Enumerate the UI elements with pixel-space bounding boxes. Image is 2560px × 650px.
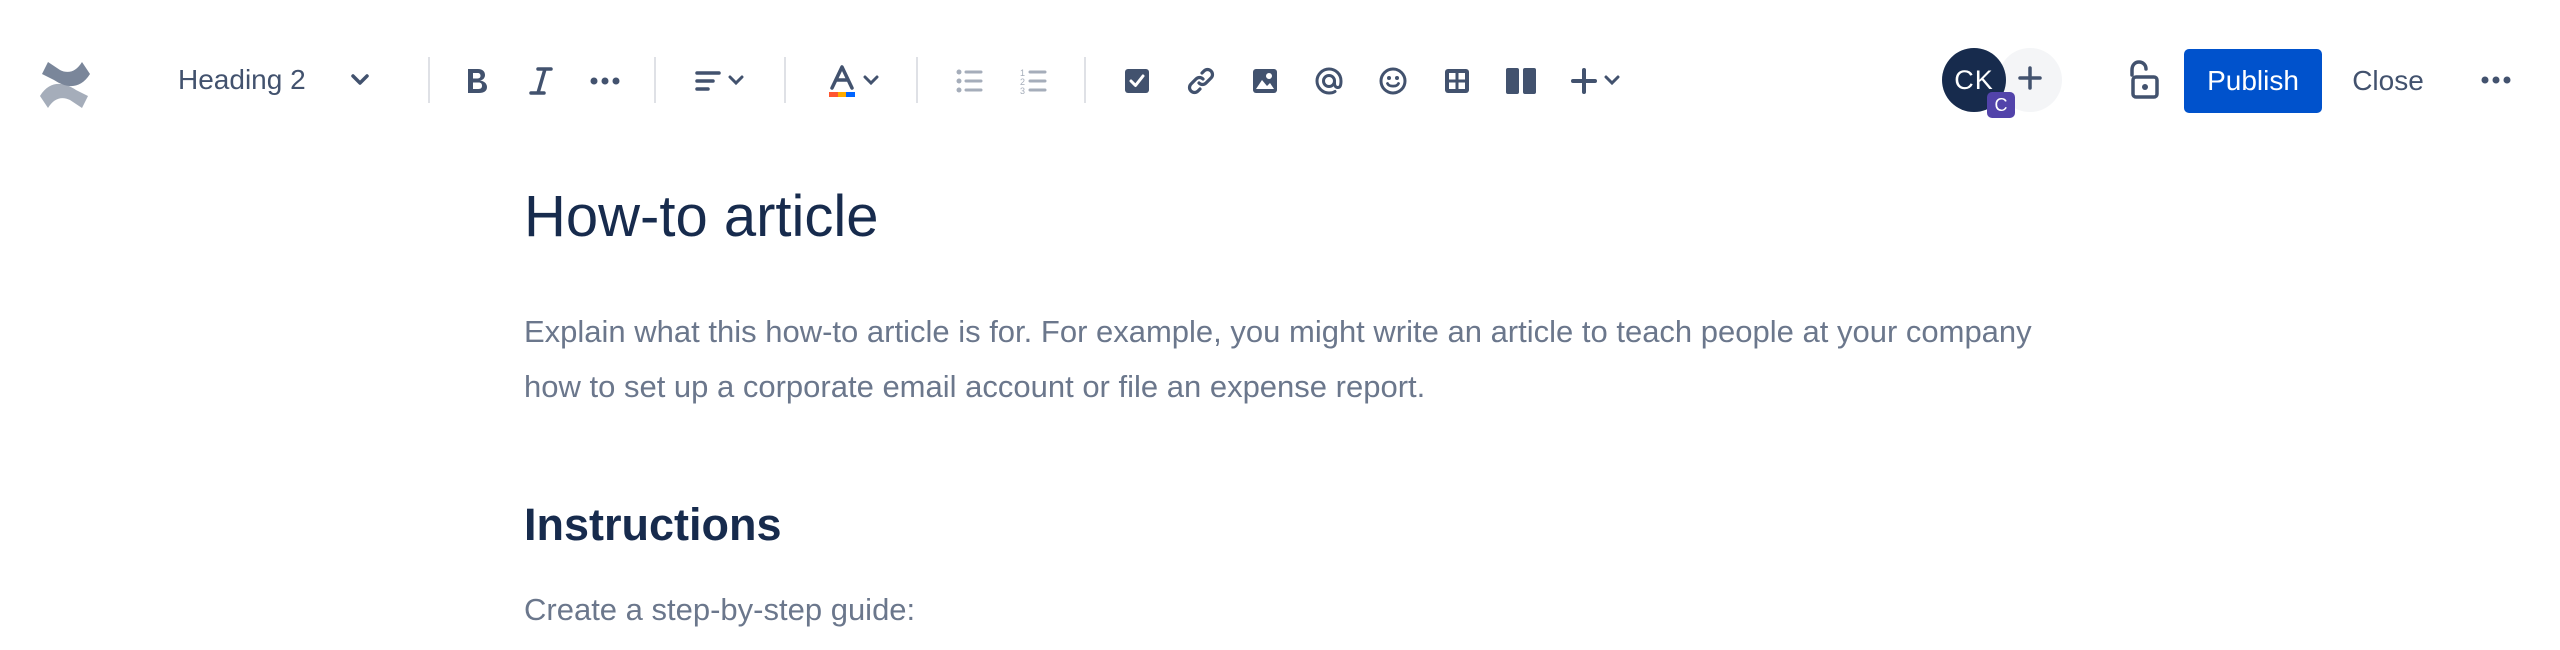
image-icon <box>1251 67 1279 95</box>
mention-button[interactable] <box>1304 56 1354 106</box>
plus-icon <box>2016 64 2044 97</box>
more-formatting-icon <box>590 77 620 85</box>
chevron-down-icon <box>728 75 744 87</box>
unlock-icon <box>2125 60 2159 100</box>
publish-button[interactable]: Publish <box>2184 49 2322 113</box>
avatar-initials: CK <box>1954 64 1994 95</box>
numbered-list-button[interactable]: 123 <box>1008 56 1058 106</box>
section-paragraph[interactable]: Create a step-by-step guide: <box>524 582 2044 637</box>
checkbox-icon <box>1123 67 1151 95</box>
intro-paragraph[interactable]: Explain what this how-to article is for.… <box>524 304 2044 414</box>
confluence-logo[interactable] <box>36 56 94 114</box>
link-icon <box>1186 66 1216 96</box>
avatar-badge-letter: C <box>1994 94 2008 115</box>
close-label: Close <box>2352 65 2424 96</box>
chevron-down-icon <box>863 75 879 87</box>
chevron-down-icon <box>350 73 370 87</box>
italic-icon <box>528 66 554 96</box>
toolbar-divider <box>654 57 656 103</box>
more-icon <box>2481 76 2511 84</box>
bold-button[interactable] <box>452 56 502 106</box>
chevron-down-icon <box>1604 75 1620 87</box>
mention-icon <box>1314 66 1344 96</box>
insert-icon <box>1570 67 1598 95</box>
publish-label: Publish <box>2207 65 2299 96</box>
section-heading[interactable]: Instructions <box>524 498 2044 552</box>
italic-button[interactable] <box>516 56 566 106</box>
bullet-list-button[interactable] <box>944 56 994 106</box>
layout-button[interactable] <box>1496 56 1546 106</box>
text-color-dropdown[interactable] <box>818 56 888 106</box>
bullet-list-icon <box>955 68 983 94</box>
emoji-icon <box>1378 66 1408 96</box>
restrictions-button[interactable] <box>2114 52 2170 108</box>
text-color-icon <box>827 64 857 98</box>
svg-text:3: 3 <box>1020 86 1025 95</box>
layout-icon <box>1505 67 1537 95</box>
action-item-button[interactable] <box>1112 56 1162 106</box>
toolbar-divider <box>916 57 918 103</box>
toolbar-divider <box>428 57 430 103</box>
editor-content[interactable]: How-to article Explain what this how-to … <box>524 170 2044 637</box>
insert-dropdown[interactable] <box>1560 56 1630 106</box>
more-formatting-button[interactable] <box>580 56 630 106</box>
image-button[interactable] <box>1240 56 1290 106</box>
toolbar-divider <box>1084 57 1086 103</box>
text-style-label: Heading 2 <box>178 64 306 95</box>
text-style-dropdown[interactable]: Heading 2 <box>170 54 378 106</box>
align-icon <box>694 69 722 93</box>
page-title[interactable]: How-to article <box>524 182 2044 252</box>
numbered-list-icon: 123 <box>1019 67 1047 95</box>
table-button[interactable] <box>1432 56 1482 106</box>
link-button[interactable] <box>1176 56 1226 106</box>
editor-toolbar: Heading 2 1 2 3 CK C Publish Close <box>0 0 2560 160</box>
emoji-button[interactable] <box>1368 56 1418 106</box>
toolbar-divider <box>784 57 786 103</box>
avatar-badge: C <box>1987 92 2015 118</box>
alignment-dropdown[interactable] <box>684 56 754 106</box>
table-icon <box>1443 67 1471 95</box>
close-button[interactable]: Close <box>2338 49 2438 113</box>
bold-icon <box>464 66 490 96</box>
more-actions-button[interactable] <box>2468 52 2524 108</box>
